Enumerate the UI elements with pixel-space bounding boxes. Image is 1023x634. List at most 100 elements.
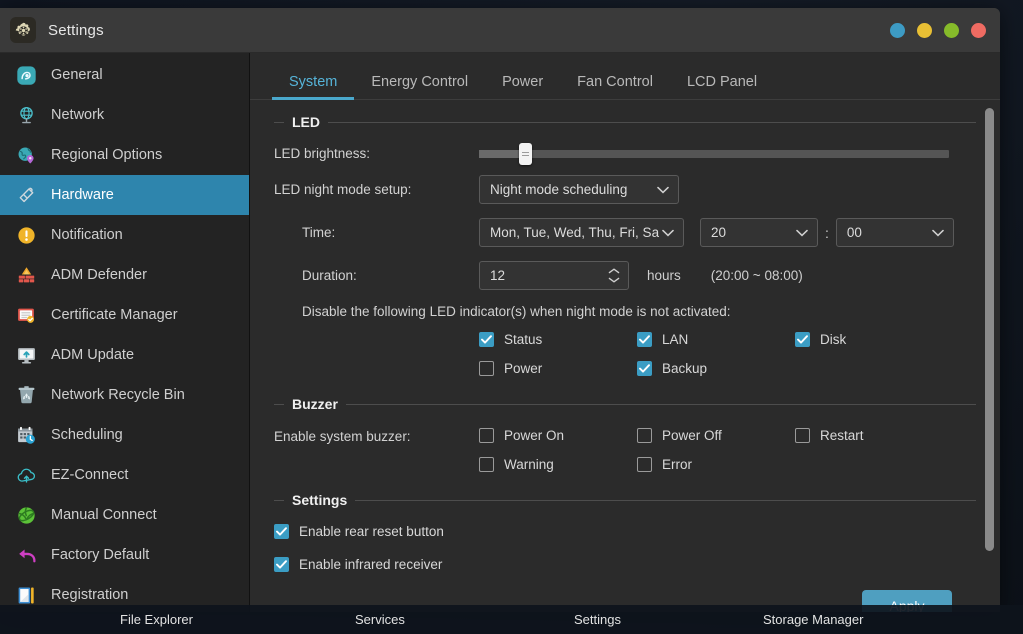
sidebar: General Network: [0, 53, 250, 612]
time-minute-select[interactable]: 00: [836, 218, 954, 247]
led-section-header: LED: [274, 114, 976, 130]
checkbox-enable-infrared-receiver[interactable]: Enable infrared receiver: [274, 557, 976, 572]
checkbox-lan[interactable]: LAN: [637, 332, 795, 347]
night-mode-select[interactable]: Night mode scheduling: [479, 175, 679, 204]
taskbar-item-storage-manager[interactable]: Storage Manager: [763, 612, 863, 627]
time-colon-separator: :: [825, 225, 829, 241]
checkbox-box[interactable]: [637, 457, 652, 472]
buzzer-checkbox-grid: Power On Power Off Restart: [479, 428, 976, 486]
sidebar-item-factory-default[interactable]: Factory Default: [0, 535, 249, 575]
checkbox-box[interactable]: [479, 361, 494, 376]
checkbox-status[interactable]: Status: [479, 332, 637, 347]
checkbox-error[interactable]: Error: [637, 457, 795, 472]
settings-section-header: Settings: [274, 492, 976, 508]
sidebar-item-label: Certificate Manager: [51, 307, 178, 323]
sidebar-item-label: Hardware: [51, 187, 114, 203]
network-globe-icon: [14, 103, 38, 127]
checkbox-restart[interactable]: Restart: [795, 428, 953, 443]
sidebar-item-ez-connect[interactable]: EZ-Connect: [0, 455, 249, 495]
checkbox-box[interactable]: [795, 428, 810, 443]
led-indicator-checkbox-grid: Status LAN Disk: [274, 332, 976, 390]
sidebar-item-scheduling[interactable]: Scheduling: [0, 415, 249, 455]
checkbox-box[interactable]: [274, 524, 289, 539]
manual-connect-icon: [14, 503, 38, 527]
led-brightness-slider[interactable]: [479, 150, 949, 158]
checkbox-box[interactable]: [479, 428, 494, 443]
buzzer-section: Buzzer Enable system buzzer: Power On: [274, 396, 976, 486]
led-section: LED LED brightness: LED night mode setup…: [274, 114, 976, 390]
taskbar-item-services[interactable]: Services: [355, 612, 405, 627]
checkbox-box[interactable]: [637, 332, 652, 347]
sidebar-item-label: ADM Defender: [51, 267, 147, 283]
tab-lcd-panel[interactable]: LCD Panel: [670, 74, 774, 99]
sidebar-item-manual-connect[interactable]: Manual Connect: [0, 495, 249, 535]
checkbox-box[interactable]: [479, 332, 494, 347]
led-section-title: LED: [292, 114, 320, 130]
sidebar-item-label: Network: [51, 107, 104, 123]
checkbox-label: Warning: [504, 457, 554, 472]
tab-power[interactable]: Power: [485, 74, 560, 99]
checkbox-box[interactable]: [637, 428, 652, 443]
section-dash: [274, 122, 284, 123]
checkbox-label: Enable rear reset button: [299, 524, 444, 539]
buzzer-section-header: Buzzer: [274, 396, 976, 412]
duration-unit: hours: [647, 268, 681, 283]
maximize-button[interactable]: [944, 23, 959, 38]
time-hour-select[interactable]: 20: [700, 218, 818, 247]
checkbox-power-led[interactable]: Power: [479, 361, 637, 376]
sidebar-item-notification[interactable]: Notification: [0, 215, 249, 255]
buzzer-section-title: Buzzer: [292, 396, 338, 412]
checkbox-box[interactable]: [637, 361, 652, 376]
slider-handle[interactable]: [519, 143, 532, 165]
time-days-select[interactable]: Mon, Tue, Wed, Thu, Fri, Sat,: [479, 218, 684, 247]
checkbox-label: Restart: [820, 428, 864, 443]
sidebar-item-label: Manual Connect: [51, 507, 157, 523]
checkbox-disk[interactable]: Disk: [795, 332, 953, 347]
sidebar-item-network-recycle-bin[interactable]: Network Recycle Bin: [0, 375, 249, 415]
taskbar-item-settings[interactable]: Settings: [574, 612, 621, 627]
stepper-arrows[interactable]: [608, 268, 624, 283]
notification-icon: [14, 223, 38, 247]
close-button[interactable]: [971, 23, 986, 38]
title-bar: Settings: [0, 8, 1000, 53]
sidebar-item-adm-update[interactable]: ADM Update: [0, 335, 249, 375]
checkbox-backup[interactable]: Backup: [637, 361, 795, 376]
sidebar-item-certificate-manager[interactable]: Certificate Manager: [0, 295, 249, 335]
chevron-down-icon: [608, 277, 620, 283]
tab-bar: System Energy Control Power Fan Control …: [250, 53, 1000, 100]
tab-fan-control[interactable]: Fan Control: [560, 74, 670, 99]
checkbox-label: Backup: [662, 361, 707, 376]
duration-range: (20:00 ~ 08:00): [711, 268, 803, 283]
vertical-scrollbar[interactable]: [985, 108, 994, 604]
sidebar-item-network[interactable]: Network: [0, 95, 249, 135]
tab-system[interactable]: System: [272, 74, 354, 99]
checkbox-power-on[interactable]: Power On: [479, 428, 637, 443]
adm-update-icon: [14, 343, 38, 367]
sidebar-item-label: Notification: [51, 227, 123, 243]
disable-indicators-note: Disable the following LED indicator(s) w…: [274, 304, 976, 319]
checkbox-enable-rear-reset-button[interactable]: Enable rear reset button: [274, 524, 976, 539]
led-brightness-row: LED brightness:: [274, 146, 976, 161]
sidebar-item-regional-options[interactable]: Regional Options: [0, 135, 249, 175]
minimize-button[interactable]: [917, 23, 932, 38]
checkbox-box[interactable]: [795, 332, 810, 347]
settings-section: Settings Enable rear reset button En: [274, 492, 976, 572]
section-rule: [328, 122, 976, 123]
checkbox-warning[interactable]: Warning: [479, 457, 637, 472]
sidebar-item-label: Regional Options: [51, 147, 162, 163]
info-button[interactable]: [890, 23, 905, 38]
checkbox-power-off[interactable]: Power Off: [637, 428, 795, 443]
sidebar-item-label: Factory Default: [51, 547, 149, 563]
sidebar-item-label: EZ-Connect: [51, 467, 128, 483]
duration-value: 12: [490, 268, 608, 283]
buzzer-enable-label: Enable system buzzer:: [274, 428, 479, 486]
taskbar-item-file-explorer[interactable]: File Explorer: [120, 612, 193, 627]
sidebar-item-adm-defender[interactable]: ADM Defender: [0, 255, 249, 295]
checkbox-box[interactable]: [274, 557, 289, 572]
sidebar-item-hardware[interactable]: Hardware: [0, 175, 249, 215]
checkbox-box[interactable]: [479, 457, 494, 472]
scrollbar-thumb[interactable]: [985, 108, 994, 551]
tab-energy-control[interactable]: Energy Control: [354, 74, 485, 99]
sidebar-item-general[interactable]: General: [0, 55, 249, 95]
duration-stepper[interactable]: 12: [479, 261, 629, 290]
